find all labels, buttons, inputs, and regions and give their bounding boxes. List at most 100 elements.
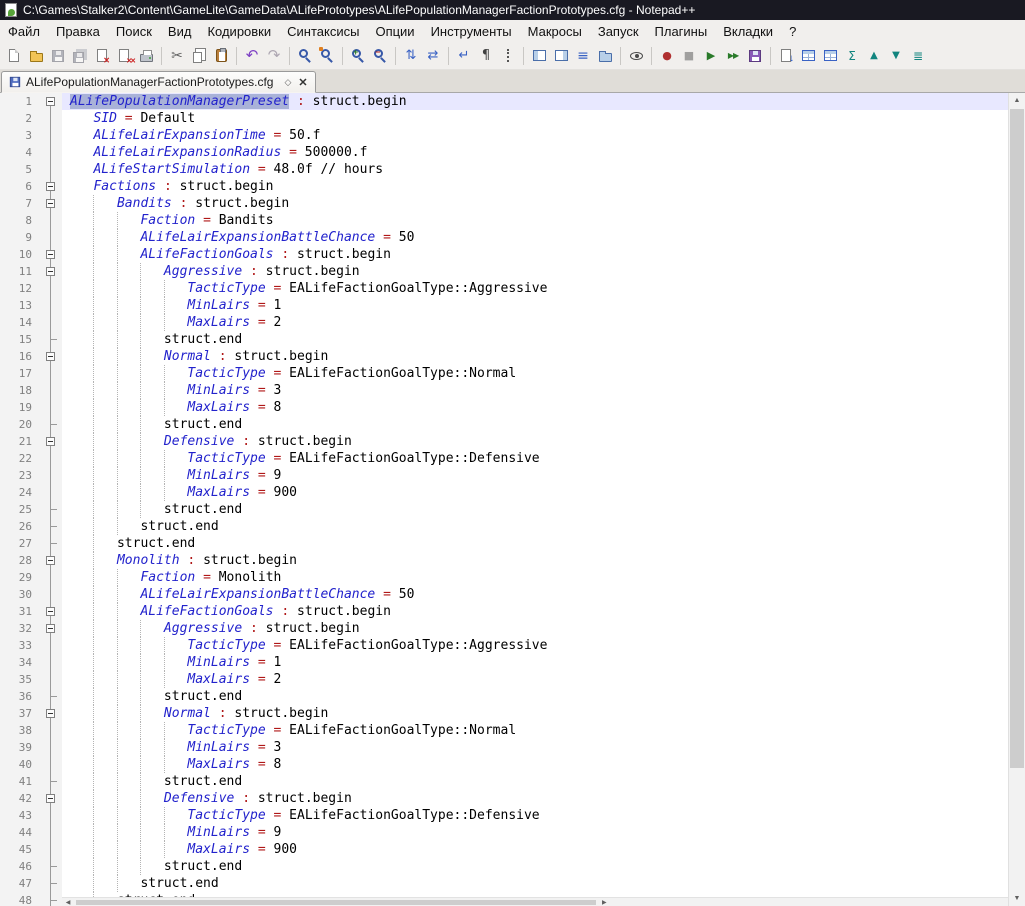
- plugin-table-copy-icon[interactable]: [798, 46, 818, 66]
- run-macro-multiple-icon[interactable]: ▶▶: [723, 46, 743, 66]
- line-number[interactable]: 15: [0, 331, 40, 348]
- menu-encoding[interactable]: Кодировки: [199, 21, 279, 42]
- monitoring-icon[interactable]: [626, 46, 646, 66]
- line-number[interactable]: 26: [0, 518, 40, 535]
- fold-collapse-marker[interactable]: [40, 263, 62, 280]
- save-recorded-macro-icon[interactable]: [745, 46, 765, 66]
- line-number[interactable]: 12: [0, 280, 40, 297]
- menu-file[interactable]: Файл: [0, 21, 48, 42]
- code-line[interactable]: MinLairs = 1: [62, 297, 1008, 314]
- code-line[interactable]: struct.end: [62, 858, 1008, 875]
- line-number[interactable]: 21: [0, 433, 40, 450]
- fold-collapse-marker[interactable]: [40, 603, 62, 620]
- line-number[interactable]: 37: [0, 705, 40, 722]
- show-all-characters-icon[interactable]: ¶: [476, 46, 496, 66]
- fold-collapse-marker[interactable]: [40, 433, 62, 450]
- line-number[interactable]: 28: [0, 552, 40, 569]
- line-number[interactable]: 8: [0, 212, 40, 229]
- code-area[interactable]: ALifePopulationManagerPreset : struct.be…: [62, 93, 1008, 906]
- code-line[interactable]: SID = Default: [62, 110, 1008, 127]
- function-list-icon[interactable]: [529, 46, 549, 66]
- save-file-icon[interactable]: [48, 46, 68, 66]
- code-line[interactable]: struct.end: [62, 331, 1008, 348]
- line-number[interactable]: 10: [0, 246, 40, 263]
- code-line[interactable]: MinLairs = 1: [62, 654, 1008, 671]
- line-number[interactable]: 4: [0, 144, 40, 161]
- line-number[interactable]: 13: [0, 297, 40, 314]
- line-number[interactable]: 36: [0, 688, 40, 705]
- vertical-scrollbar[interactable]: ▲ ▼: [1008, 93, 1025, 906]
- line-number[interactable]: 48: [0, 892, 40, 906]
- line-number[interactable]: 9: [0, 229, 40, 246]
- sync-vertical-scroll-icon[interactable]: ⇅: [401, 46, 421, 66]
- fold-collapse-marker[interactable]: [40, 348, 62, 365]
- replace-icon[interactable]: [317, 46, 337, 66]
- menu-macro[interactable]: Макросы: [520, 21, 590, 42]
- line-number[interactable]: 41: [0, 773, 40, 790]
- menu-tools[interactable]: Инструменты: [423, 21, 520, 42]
- paste-icon[interactable]: [211, 46, 231, 66]
- line-number[interactable]: 6: [0, 178, 40, 195]
- fold-collapse-marker[interactable]: [40, 195, 62, 212]
- code-line[interactable]: MaxLairs = 2: [62, 671, 1008, 688]
- plugin-line-tools-icon[interactable]: ≣: [908, 46, 928, 66]
- sync-horizontal-scroll-icon[interactable]: ⇄: [423, 46, 443, 66]
- print-icon[interactable]: [136, 46, 156, 66]
- tab-close-icon[interactable]: ✕: [298, 76, 307, 89]
- line-number[interactable]: 42: [0, 790, 40, 807]
- horizontal-scroll-thumb[interactable]: [76, 899, 597, 905]
- code-line[interactable]: TacticType = EALifeFactionGoalType::Norm…: [62, 365, 1008, 382]
- stop-macro-icon[interactable]: ■: [679, 46, 699, 66]
- code-line[interactable]: struct.end: [62, 518, 1008, 535]
- line-number[interactable]: 18: [0, 382, 40, 399]
- line-number[interactable]: 5: [0, 161, 40, 178]
- line-number[interactable]: 3: [0, 127, 40, 144]
- code-line[interactable]: Faction = Bandits: [62, 212, 1008, 229]
- line-number[interactable]: 33: [0, 637, 40, 654]
- menu-run[interactable]: Запуск: [590, 21, 647, 42]
- menu-window-menu[interactable]: Вкладки: [715, 21, 781, 42]
- vertical-scroll-thumb[interactable]: [1010, 109, 1024, 768]
- code-line[interactable]: ALifeLairExpansionRadius = 500000.f: [62, 144, 1008, 161]
- tab-pin-icon[interactable]: ◇: [284, 77, 291, 88]
- code-line[interactable]: MaxLairs = 2: [62, 314, 1008, 331]
- word-wrap-icon[interactable]: ↵: [454, 46, 474, 66]
- code-line[interactable]: struct.end: [62, 416, 1008, 433]
- code-line[interactable]: MinLairs = 9: [62, 824, 1008, 841]
- show-indent-guide-icon[interactable]: [498, 46, 518, 66]
- line-number[interactable]: 16: [0, 348, 40, 365]
- line-number[interactable]: 23: [0, 467, 40, 484]
- code-line[interactable]: TacticType = EALifeFactionGoalType::Norm…: [62, 722, 1008, 739]
- undo-icon[interactable]: ↶: [242, 46, 262, 66]
- line-number[interactable]: 45: [0, 841, 40, 858]
- line-number[interactable]: 7: [0, 195, 40, 212]
- code-line[interactable]: Defensive : struct.begin: [62, 433, 1008, 450]
- zoom-in-icon[interactable]: [348, 46, 368, 66]
- menu-language[interactable]: Синтаксисы: [279, 21, 367, 42]
- code-line[interactable]: Faction = Monolith: [62, 569, 1008, 586]
- code-line[interactable]: TacticType = EALifeFactionGoalType::Defe…: [62, 807, 1008, 824]
- code-line[interactable]: MinLairs = 3: [62, 382, 1008, 399]
- line-number[interactable]: 40: [0, 756, 40, 773]
- fold-collapse-marker[interactable]: [40, 620, 62, 637]
- fold-collapse-marker[interactable]: [40, 93, 62, 110]
- scroll-left-arrow-icon[interactable]: ◀: [62, 899, 74, 906]
- code-line[interactable]: ALifeLairExpansionBattleChance = 50: [62, 229, 1008, 246]
- zoom-out-icon[interactable]: [370, 46, 390, 66]
- record-macro-icon[interactable]: ●: [657, 46, 677, 66]
- code-line[interactable]: struct.end: [62, 501, 1008, 518]
- line-number[interactable]: 20: [0, 416, 40, 433]
- fold-collapse-marker[interactable]: [40, 705, 62, 722]
- code-line[interactable]: Defensive : struct.begin: [62, 790, 1008, 807]
- line-number[interactable]: 14: [0, 314, 40, 331]
- fold-collapse-marker[interactable]: [40, 790, 62, 807]
- line-number[interactable]: 32: [0, 620, 40, 637]
- open-file-icon[interactable]: [26, 46, 46, 66]
- plugin-summary-icon[interactable]: Σ: [842, 46, 862, 66]
- fold-collapse-marker[interactable]: [40, 178, 62, 195]
- save-all-icon[interactable]: [70, 46, 90, 66]
- new-file-icon[interactable]: [4, 46, 24, 66]
- code-line[interactable]: Bandits : struct.begin: [62, 195, 1008, 212]
- code-line[interactable]: MaxLairs = 900: [62, 484, 1008, 501]
- fold-collapse-marker[interactable]: [40, 552, 62, 569]
